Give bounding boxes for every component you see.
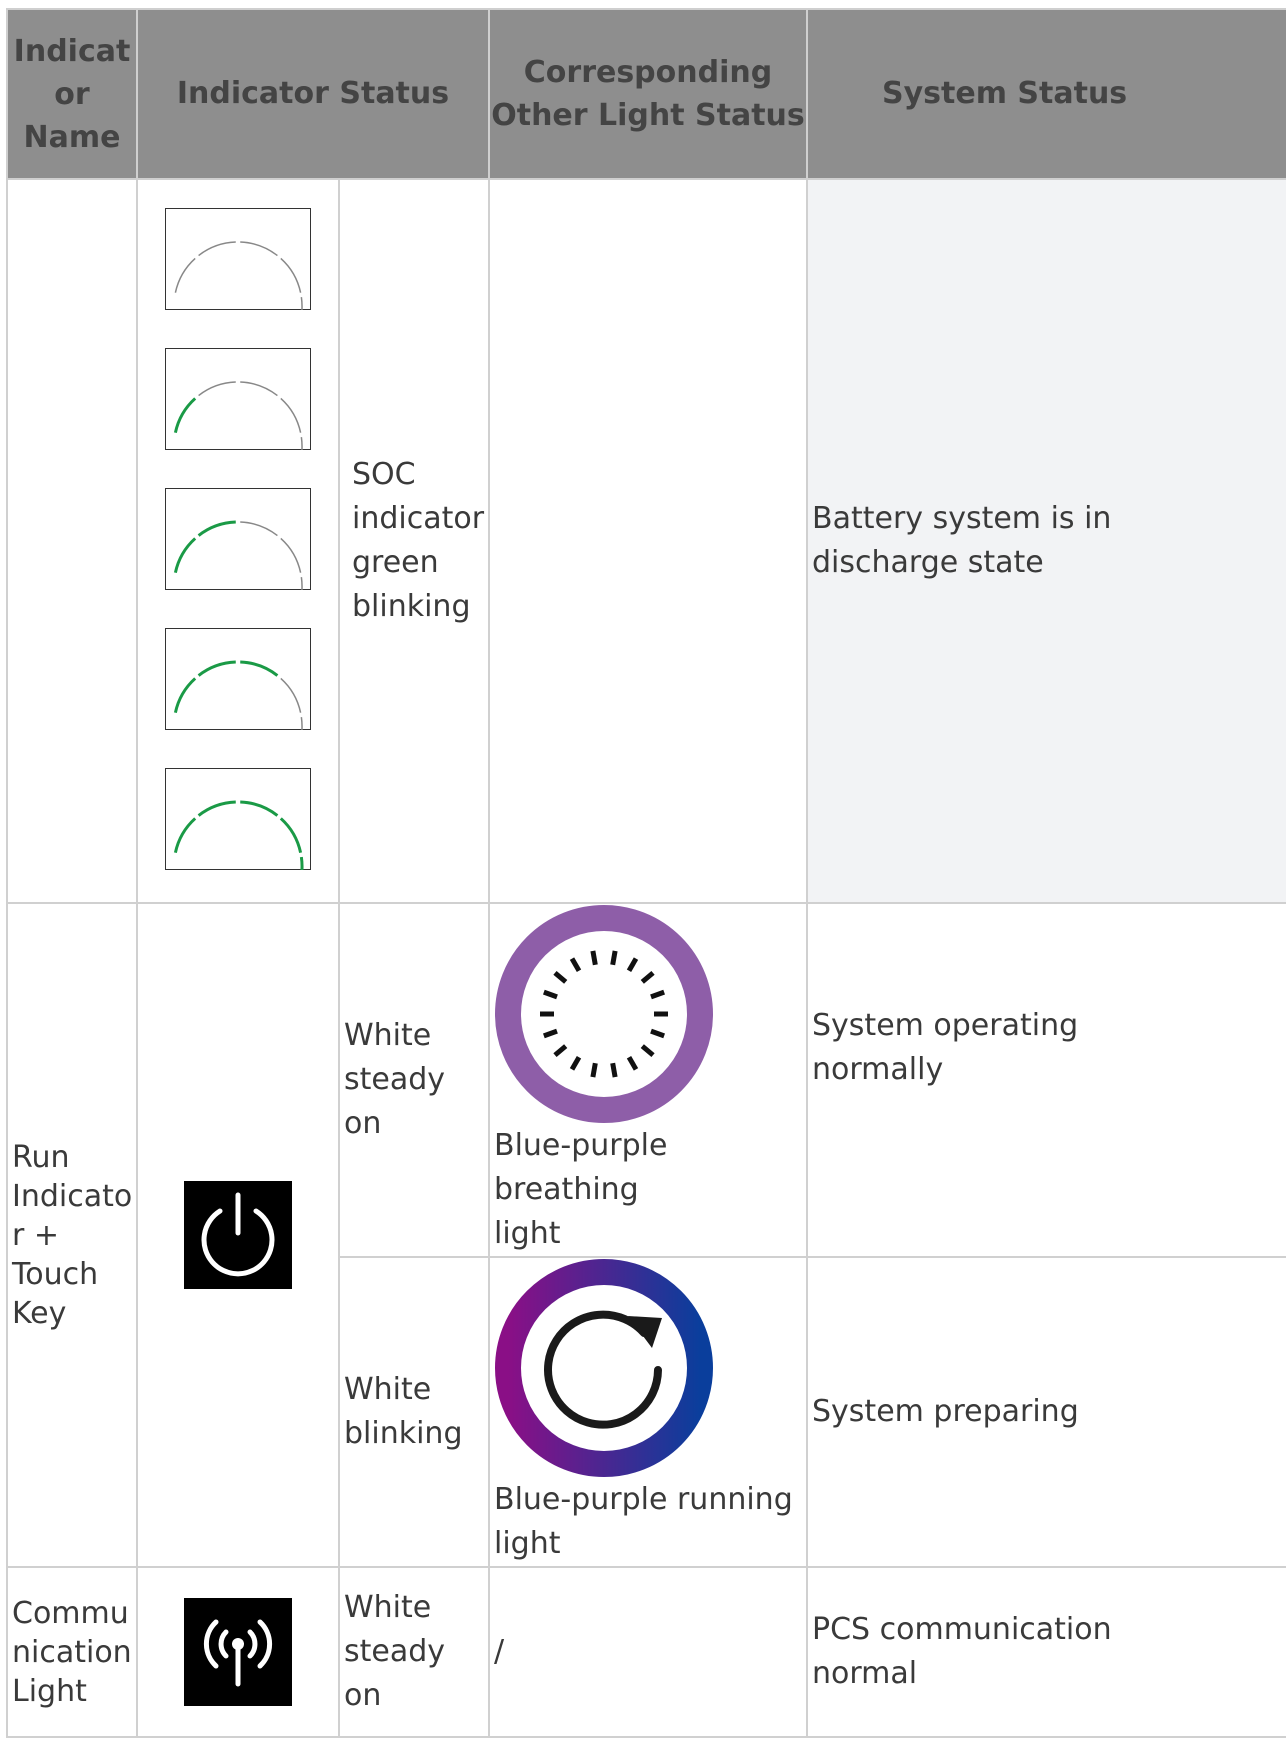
run-blink-status-text: White blinking <box>344 1372 463 1451</box>
run-steady-status-text: White steady on <box>344 1018 446 1141</box>
soc-segment <box>280 257 302 293</box>
soc-frame-3 <box>165 488 311 590</box>
indicator-table: Indicat or Name Indicator Status Corresp… <box>6 8 1286 1738</box>
soc-segment <box>300 436 303 450</box>
soc-segment <box>279 817 303 854</box>
soc-system-cell: Battery system is in discharge state <box>806 178 1286 904</box>
soc-segment <box>197 520 236 537</box>
soc-segment <box>280 677 302 713</box>
run-name-cell: Run Indicato r + Touch Key <box>6 902 138 1568</box>
comm-icon-cell <box>136 1566 340 1738</box>
soc-frame-5 <box>165 768 311 870</box>
table-header-row: Indicat or Name Indicator Status Corresp… <box>6 8 1286 180</box>
table-row-communication: Commu nication Light White steady on / P… <box>6 1566 1286 1738</box>
soc-segment <box>280 397 302 433</box>
run-steady-status-cell: White steady on <box>338 902 490 1258</box>
soc-frame-1 <box>165 208 311 310</box>
soc-segment <box>198 241 236 257</box>
run-name-text: Run Indicato r + Touch Key <box>12 1139 133 1331</box>
soc-frame-4 <box>165 628 311 730</box>
soc-segment <box>240 241 278 257</box>
run-blink-other-cell: Blue-purple running light <box>488 1256 808 1568</box>
soc-segment <box>240 800 279 817</box>
soc-segment <box>300 716 303 730</box>
comm-status-cell: White steady on <box>338 1566 490 1738</box>
run-blink-other-text: Blue-purple running light <box>494 1482 793 1561</box>
breathing-tick <box>610 1062 618 1078</box>
soc-segment <box>173 397 197 434</box>
comm-system-text: PCS communication normal <box>812 1612 1112 1691</box>
soc-segment <box>173 677 197 714</box>
header-other-light-status: Corresponding Other Light Status <box>488 8 808 180</box>
table-row-run-steady: Run Indicato r + Touch Key White steady … <box>6 902 1286 1568</box>
soc-segment <box>197 800 236 817</box>
power-icon <box>184 1181 292 1289</box>
comm-name-text: Commu nication Light <box>12 1595 132 1709</box>
soc-segment <box>240 660 279 677</box>
run-blink-system-text: System preparing <box>812 1394 1079 1429</box>
soc-frame-2 <box>165 348 311 450</box>
soc-segment <box>240 521 278 537</box>
antenna-icon <box>184 1598 292 1706</box>
soc-name-cell <box>6 178 138 904</box>
soc-segment <box>197 660 236 677</box>
run-blink-status-cell: White blinking <box>338 1256 490 1568</box>
soc-segment <box>300 576 303 590</box>
comm-other-cell: / <box>488 1566 808 1738</box>
comm-status-text: White steady on <box>344 1590 446 1713</box>
breathing-tick <box>590 1062 598 1078</box>
soc-indicator-cell <box>136 178 340 904</box>
breathing-tick <box>610 950 618 966</box>
run-icon-cell <box>136 902 340 1568</box>
header-indicator-status: Indicator Status <box>136 8 490 180</box>
soc-segment <box>300 296 303 310</box>
soc-segment <box>299 856 304 870</box>
header-indicator-name: Indicat or Name <box>6 8 138 180</box>
soc-other-cell <box>488 178 808 904</box>
soc-segment <box>240 381 278 397</box>
run-steady-system-text: System operating normally <box>812 1008 1079 1087</box>
breathing-light-icon <box>495 905 713 1123</box>
soc-segment <box>173 817 197 854</box>
soc-status-text: SOC indicator green blinking <box>352 457 485 624</box>
comm-name-cell: Commu nication Light <box>6 1566 138 1738</box>
run-blink-system-cell: System preparing <box>806 1256 1286 1568</box>
run-steady-other-text: Blue-purple breathing light <box>494 1128 668 1251</box>
soc-segment <box>174 257 196 293</box>
comm-system-cell: PCS communication normal <box>806 1566 1286 1738</box>
comm-other-text: / <box>494 1634 505 1669</box>
run-steady-other-cell: Blue-purple breathing light <box>488 902 808 1258</box>
soc-segment <box>198 381 236 397</box>
breathing-tick <box>590 950 598 966</box>
soc-system-text: Battery system is in discharge state <box>812 501 1112 580</box>
soc-indicator-sequence <box>138 180 338 902</box>
soc-status-cell: SOC indicator green blinking <box>338 178 490 904</box>
header-system-status: System Status <box>806 8 1286 180</box>
soc-segment <box>280 537 302 573</box>
table-row-soc: SOC indicator green blinking Battery sys… <box>6 178 1286 904</box>
run-steady-system-cell: System operating normally <box>806 902 1286 1258</box>
soc-segment <box>173 537 197 574</box>
running-light-icon <box>495 1259 713 1477</box>
